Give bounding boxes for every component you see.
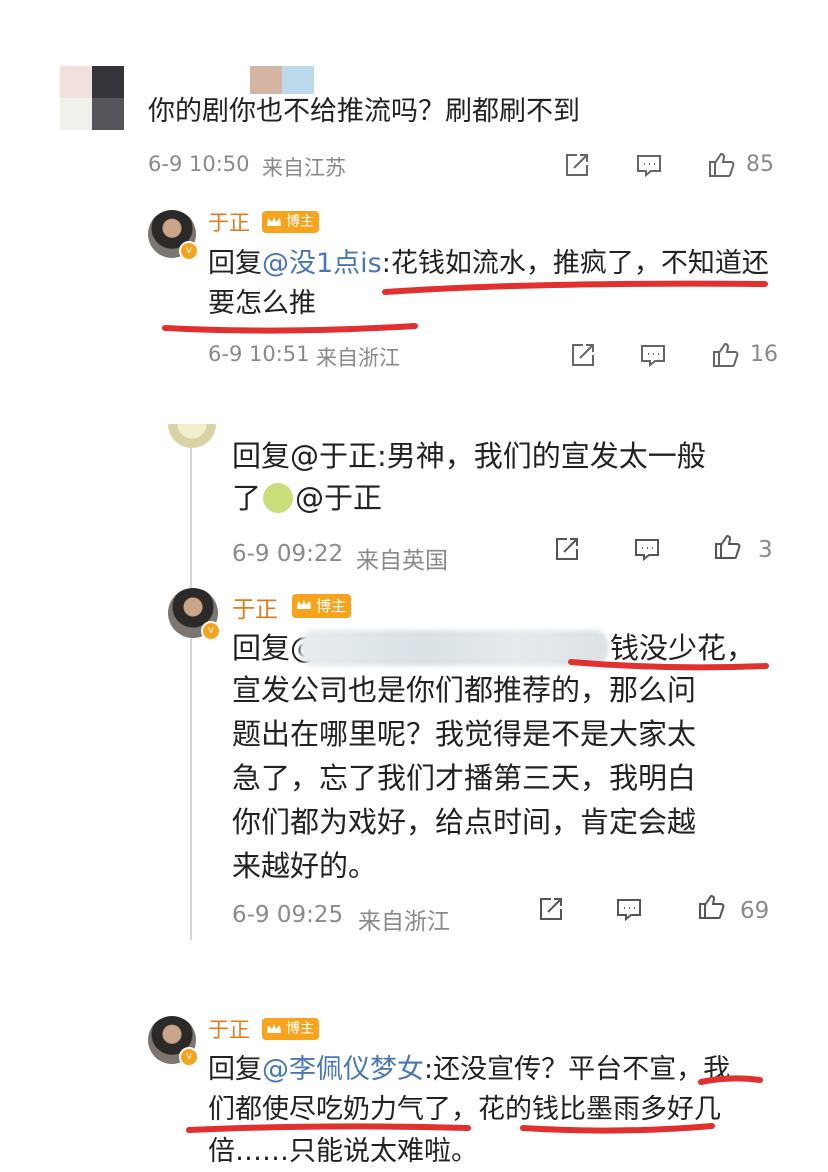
verified-badge-icon: v <box>179 241 199 261</box>
reply-time: 6-9 10:51 <box>208 342 310 366</box>
verified-badge-icon: v <box>179 1047 199 1067</box>
comment-icon[interactable] <box>638 340 668 370</box>
like-icon[interactable] <box>710 340 740 370</box>
reply-prefix: 回复 <box>208 1054 262 1085</box>
redacted-username <box>300 630 608 666</box>
comment-text: 了 <box>232 481 262 515</box>
comment-icon[interactable] <box>634 150 664 180</box>
author-badge: 博主 <box>292 594 352 618</box>
comment-time: 6-9 10:50 <box>148 152 250 176</box>
mention-link[interactable]: @李佩仪梦女 <box>262 1054 424 1085</box>
avatar-mosaic <box>60 66 124 130</box>
like-icon[interactable] <box>712 532 742 562</box>
reply-location: 来自浙江 <box>316 346 400 370</box>
comment-location: 来自英国 <box>356 548 448 574</box>
username-mosaic <box>250 66 314 94</box>
red-underline <box>162 323 418 334</box>
reply-text-line5: 你们都为戏好，给点时间，肯定会越 <box>232 805 697 839</box>
like-count: 16 <box>750 342 778 367</box>
avatar[interactable]: v <box>168 588 221 641</box>
verified-badge-icon: v <box>201 621 221 641</box>
reply-text-line4: 急了，忘了我们才播第三天，我明白 <box>232 761 697 795</box>
share-icon[interactable] <box>562 150 592 180</box>
crown-icon <box>297 600 311 609</box>
like-count: 85 <box>746 152 774 177</box>
avatar[interactable]: v <box>148 1016 199 1067</box>
red-underline <box>382 280 768 295</box>
share-icon[interactable] <box>568 340 598 370</box>
mention-text: @于正 <box>295 481 383 515</box>
reply-text: :还没宣传？平台不宣，我 <box>424 1054 731 1085</box>
comment-time: 6-9 09:22 <box>232 541 344 567</box>
reply-text: :花钱如流水，推疯了，不知道还 <box>381 248 769 279</box>
avatar[interactable] <box>168 424 216 448</box>
reply-text-line3: 倍……只能说太难啦。 <box>208 1136 478 1167</box>
share-icon[interactable] <box>552 534 582 564</box>
reply-text-line6: 来越好的。 <box>232 849 378 883</box>
badge-label: 博主 <box>286 1021 314 1037</box>
comment-text-line1: 回复@于正:男神，我们的宣发太一般 <box>232 439 706 473</box>
like-icon[interactable] <box>696 892 726 922</box>
like-count: 3 <box>758 537 773 563</box>
comment-text-line2: 了 @于正 <box>232 478 382 518</box>
reply-text-line2: 宣发公司也是你们都推荐的，那么问 <box>232 673 697 707</box>
thread-line <box>190 424 192 940</box>
avatar[interactable]: v <box>148 210 199 261</box>
author-name[interactable]: 于正 <box>208 1014 250 1044</box>
author-badge: 博主 <box>262 1018 319 1040</box>
author-badge: 博主 <box>262 211 319 233</box>
reply-location: 来自浙江 <box>358 909 450 935</box>
share-icon[interactable] <box>536 894 566 924</box>
crown-icon <box>267 1024 281 1033</box>
crown-icon <box>267 217 281 226</box>
red-underline <box>698 1075 763 1085</box>
reply-text-line1: 回复@李佩仪梦女:还没宣传？平台不宣，我 <box>208 1050 730 1090</box>
author-name[interactable]: 于正 <box>232 590 278 624</box>
reply-time: 6-9 09:25 <box>232 902 344 928</box>
comment-location: 来自江苏 <box>262 156 346 180</box>
comment-icon[interactable] <box>632 534 662 564</box>
comment-icon[interactable] <box>614 894 644 924</box>
reply-text-line3: 题出在哪里呢？我觉得是不是大家太 <box>232 717 697 751</box>
reply-prefix: 回复 <box>208 248 262 279</box>
comment-text: 你的剧你也不给推流吗？刷都刷不到 <box>148 96 580 127</box>
mention-link[interactable]: @没1点is <box>262 248 382 279</box>
like-icon[interactable] <box>706 150 736 180</box>
badge-label: 博主 <box>316 597 347 615</box>
emoji-icon <box>263 483 294 513</box>
badge-label: 博主 <box>286 214 314 230</box>
like-count: 69 <box>740 898 770 924</box>
author-name[interactable]: 于正 <box>208 207 250 237</box>
red-underline <box>520 1123 715 1134</box>
